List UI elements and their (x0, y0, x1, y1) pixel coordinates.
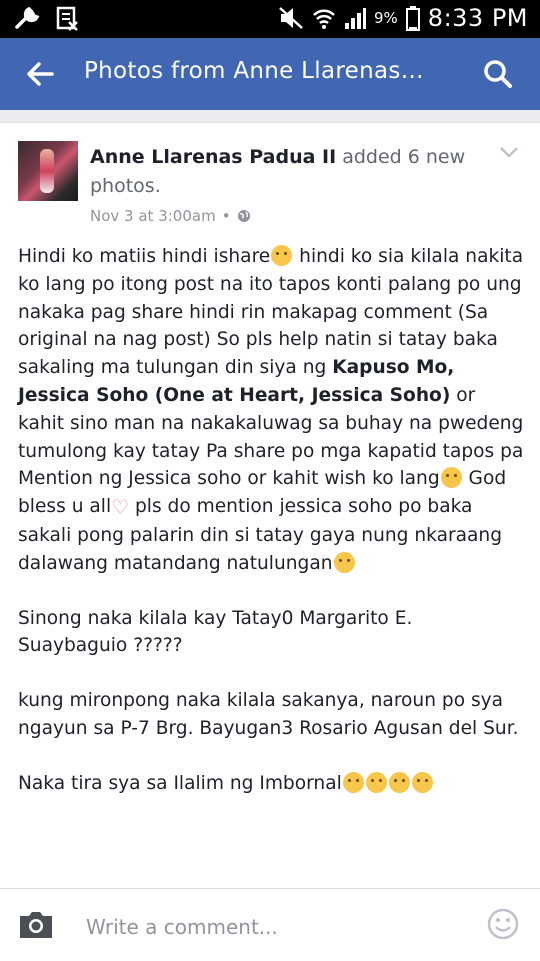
crying-emoji-icon (342, 771, 364, 793)
app-bar: Photos from Anne Llarenas… (0, 38, 540, 110)
camera-icon (20, 912, 52, 938)
post-body: Hindi ko matiis hindi ishare hindi ko si… (18, 243, 524, 798)
status-left-icons (14, 6, 80, 32)
battery-percentage: 9% (374, 9, 398, 27)
post-text-segment: Naka tira sya sa Ilalim ng Imbornal (18, 772, 342, 794)
battery-icon (405, 6, 420, 31)
wifi-icon (313, 9, 335, 29)
post-options-button[interactable] (498, 141, 520, 163)
heart-emoji-icon: ♡ (111, 495, 130, 520)
author-name[interactable]: Anne Llarenas Padua II (90, 146, 336, 168)
camera-button[interactable] (16, 907, 56, 943)
crying-emoji-icon (388, 771, 410, 793)
search-button[interactable] (480, 56, 516, 92)
signal-icon (345, 8, 366, 29)
back-button[interactable] (22, 56, 58, 92)
post-paragraph-4: Naka tira sya sa Ilalim ng Imbornal (18, 770, 524, 798)
status-time: 8:33 PM (427, 4, 528, 32)
status-right-icons: 9% 8:33 PM (278, 4, 528, 32)
crying-emoji-icon (411, 771, 433, 793)
page-title: Photos from Anne Llarenas… (84, 58, 424, 84)
smiley-icon (487, 908, 519, 940)
wrench-icon (15, 6, 40, 29)
screenshot-icon (56, 6, 78, 31)
post-text-segment: Hindi ko matiis hindi ishare (18, 246, 271, 267)
chevron-down-icon (500, 147, 518, 158)
meta-separator-dot: • (221, 207, 231, 225)
post-timestamp[interactable]: Nov 3 at 3:00am (90, 207, 216, 225)
back-arrow-icon (27, 62, 54, 86)
post-header: Anne Llarenas Padua II added 6 new photo… (90, 143, 490, 201)
disappointed-emoji-icon (333, 551, 355, 573)
comment-input[interactable] (84, 909, 468, 945)
author-avatar[interactable] (18, 141, 78, 201)
crying-emoji-icon (365, 771, 387, 793)
search-icon (484, 60, 512, 88)
post-meta: Nov 3 at 3:00am • (90, 207, 251, 225)
globe-icon (237, 210, 250, 222)
post-paragraph-3: kung mironpong naka kilala sakanya, naro… (18, 690, 519, 739)
post-paragraph-2: Sinong naka kilala kay Tatay0 Margarito … (18, 607, 413, 657)
disappointed-emoji-icon (440, 467, 462, 489)
comment-bar (0, 888, 540, 961)
mute-icon (279, 7, 303, 29)
avatar-figure (40, 149, 54, 193)
post-card: Anne Llarenas Padua II added 6 new photo… (0, 122, 540, 889)
status-bar: 9% 8:33 PM (0, 0, 540, 38)
crying-emoji-icon (271, 245, 293, 266)
emoji-picker-button[interactable] (486, 907, 520, 941)
post-paragraph-1: Hindi ko matiis hindi ishare hindi ko si… (18, 243, 524, 578)
